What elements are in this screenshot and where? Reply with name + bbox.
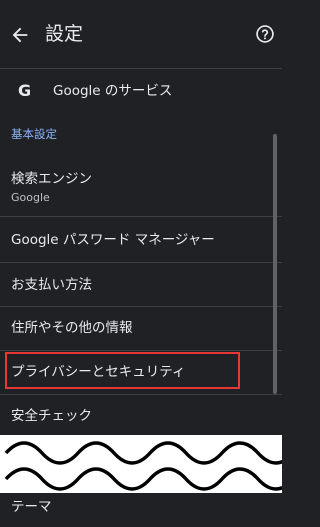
- help-circle-icon[interactable]: [255, 24, 275, 44]
- arrow-back-icon[interactable]: [9, 24, 31, 46]
- addresses-item[interactable]: 住所やその他の情報: [0, 307, 266, 350]
- item-label: 検索エンジン: [11, 171, 92, 187]
- item-label: 安全チェック: [11, 408, 92, 424]
- scrollbar[interactable]: [273, 134, 277, 394]
- section-header-basic: 基本設定: [11, 127, 57, 141]
- page-title: 設定: [45, 23, 84, 45]
- google-services-item[interactable]: G Google のサービス: [0, 70, 266, 114]
- google-g-icon: G: [18, 81, 32, 100]
- search-engine-item[interactable]: 検索エンジン Google: [0, 160, 266, 214]
- highlight-box: [5, 352, 240, 389]
- google-services-label: Google のサービス: [53, 83, 173, 99]
- safety-check-item[interactable]: 安全チェック: [0, 395, 266, 435]
- item-sublabel: Google: [11, 191, 50, 204]
- theme-item[interactable]: テーマ: [0, 493, 266, 527]
- item-label: 住所やその他の情報: [11, 320, 133, 336]
- item-label: テーマ: [11, 499, 52, 515]
- divider: [0, 68, 282, 69]
- item-label: Google パスワード マネージャー: [11, 232, 215, 248]
- payment-methods-item[interactable]: お支払い方法: [0, 263, 266, 307]
- item-label: お支払い方法: [11, 277, 92, 293]
- password-manager-item[interactable]: Google パスワード マネージャー: [0, 217, 266, 262]
- app-bar: 設定: [0, 0, 282, 68]
- omission-wave-graphic: [0, 435, 282, 493]
